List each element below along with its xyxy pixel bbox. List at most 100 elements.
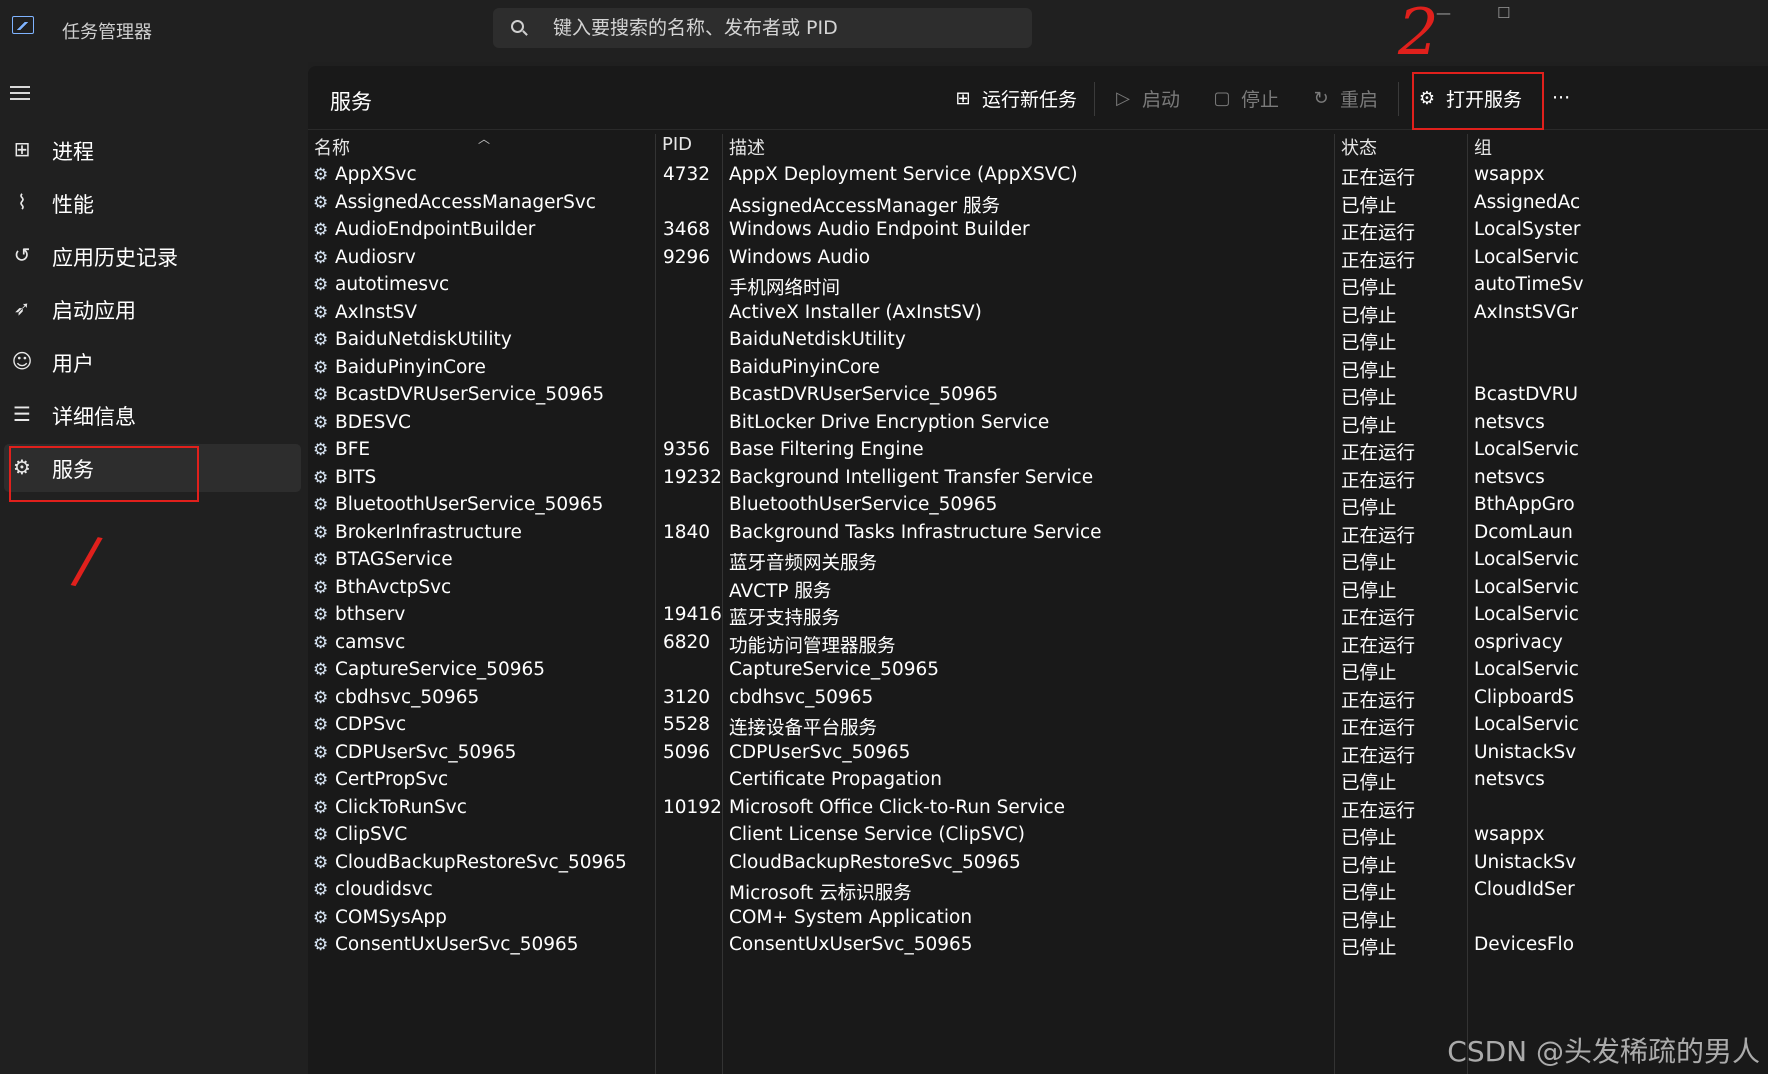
search-box[interactable] xyxy=(493,8,1032,48)
service-name: ConsentUxUserSvc_50965 xyxy=(335,934,579,955)
table-row[interactable]: ⚙ BaiduNetdiskUtility BaiduNetdiskUtility 已… xyxy=(308,329,1768,357)
table-row[interactable]: ⚙ BthAvctpSvc AVCTP 服务 已停止 LocalServic xyxy=(308,577,1768,605)
service-name-cell: ⚙ BaiduNetdiskUtility xyxy=(313,329,653,350)
run-new-task-button[interactable]: ⊞ 运行新任务 xyxy=(952,84,1077,112)
service-name-cell: ⚙ COMSysApp xyxy=(313,907,653,928)
maximize-button[interactable]: ☐ xyxy=(1497,4,1510,22)
group-cell: LocalServic xyxy=(1474,576,1579,598)
status-cell: 已停止 xyxy=(1341,553,1397,574)
service-gear-icon: ⚙ xyxy=(313,907,329,928)
table-row[interactable]: ⚙ ClickToRunSvc 10192 Microsoft Office Clic… xyxy=(308,797,1768,825)
table-row[interactable]: ⚙ camsvc 6820 功能访问管理器服务 正在运行 osprivacy xyxy=(308,632,1768,660)
table-row[interactable]: ⚙ CDPUserSvc_50965 5096 CDPUserSvc_50965 正在运… xyxy=(308,742,1768,770)
table-row[interactable]: ⚙ CaptureService_50965 CaptureService_5096… xyxy=(308,659,1768,687)
more-icon: ··· xyxy=(1552,87,1571,109)
sidebar-item-label: 性能 xyxy=(52,193,94,217)
group-cell: LocalSyster xyxy=(1474,219,1581,240)
description-cell: 蓝牙支持服务 xyxy=(729,608,841,629)
more-options-button[interactable]: ··· xyxy=(1552,84,1570,112)
group-cell: autoTimeSv xyxy=(1474,274,1584,295)
table-row[interactable]: ⚙ BcastDVRUserService_50965 BcastDVRUserSe… xyxy=(308,384,1768,412)
group-cell: BthAppGro xyxy=(1474,494,1575,515)
table-row[interactable]: ⚙ BaiduPinyinCore BaiduPinyinCore 已停止 xyxy=(308,357,1768,385)
service-gear-icon: ⚙ xyxy=(313,192,329,213)
table-row[interactable]: ⚙ BrokerInfrastructure 1840 Background Task… xyxy=(308,522,1768,550)
service-name: BaiduNetdiskUtility xyxy=(335,329,512,350)
service-name-cell: ⚙ camsvc xyxy=(313,632,653,653)
table-row[interactable]: ⚙ ConsentUxUserSvc_50965 ConsentUxUserSvc_… xyxy=(308,934,1768,962)
table-row[interactable]: ⚙ BITS 19232 Background Intelligent Transfe… xyxy=(308,467,1768,495)
status-cell: 已停止 xyxy=(1341,883,1397,904)
service-gear-icon: ⚙ xyxy=(313,632,329,653)
table-row[interactable]: ⚙ BFE 9356 Base Filtering Engine 正在运行 LocalSe… xyxy=(308,439,1768,467)
start-button[interactable]: ▷ 启动 xyxy=(1112,84,1180,112)
sidebar-item-processes[interactable]: ⊞ 进程 xyxy=(4,126,301,174)
service-name: CertPropSvc xyxy=(335,769,449,790)
table-row[interactable]: ⚙ ClipSVC Client License Service (ClipSVC)… xyxy=(308,824,1768,852)
sidebar-item-users[interactable]: ☺ 用户 xyxy=(4,338,301,386)
service-name-cell: ⚙ BaiduPinyinCore xyxy=(313,357,653,378)
column-header-status[interactable]: 状态 xyxy=(1335,134,1467,162)
service-name: CaptureService_50965 xyxy=(335,659,546,680)
service-gear-icon: ⚙ xyxy=(313,165,329,185)
table-row[interactable]: ⚙ CloudBackupRestoreSvc_50965 CloudBackupR… xyxy=(308,852,1768,880)
service-gear-icon: ⚙ xyxy=(313,302,329,323)
table-row[interactable]: ⚙ BTAGService 蓝牙音频网关服务 已停止 LocalServic xyxy=(308,549,1768,577)
description-cell: AssignedAccessManager 服务 xyxy=(729,195,1000,217)
service-gear-icon: ⚙ xyxy=(313,715,329,735)
description-cell: COM+ System Application xyxy=(729,906,973,928)
table-row[interactable]: ⚙ CDPSvc 5528 连接设备平台服务 正在运行 LocalServic xyxy=(308,714,1768,742)
table-row[interactable]: ⚙ AppXSvc 4732 AppX Deployment Service (App… xyxy=(308,164,1768,192)
service-name-cell: ⚙ BthAvctpSvc xyxy=(313,577,653,598)
table-row[interactable]: ⚙ cloudidsvc Microsoft 云标识服务 已停止 CloudIdSer xyxy=(308,879,1768,907)
service-name: camsvc xyxy=(335,631,406,653)
status-cell: 已停止 xyxy=(1341,305,1397,327)
service-name: AssignedAccessManagerSvc xyxy=(335,191,596,213)
status-cell: 已停止 xyxy=(1341,663,1397,684)
table-row[interactable]: ⚙ BluetoothUserService_50965 BluetoothUser… xyxy=(308,494,1768,522)
column-header-pid[interactable]: PID xyxy=(656,134,722,162)
sidebar-item-details[interactable]: ☰ 详细信息 xyxy=(4,391,301,439)
column-header-name[interactable]: 名称 ︿ xyxy=(308,132,655,162)
table-row[interactable]: ⚙ autotimesvc 手机网络时间 已停止 autoTimeSv xyxy=(308,274,1768,302)
restart-button[interactable]: ↻ 重启 xyxy=(1310,84,1378,112)
pid-cell: 9296 xyxy=(663,246,711,268)
service-name-cell: ⚙ BDESVC xyxy=(313,412,653,433)
table-row[interactable]: ⚙ COMSysApp COM+ System Application 已停止 xyxy=(308,907,1768,935)
service-name-cell: ⚙ BrokerInfrastructure xyxy=(313,522,653,543)
description-cell: Certificate Propagation xyxy=(729,769,942,790)
table-row[interactable]: ⚙ BDESVC BitLocker Drive Encryption Servic… xyxy=(308,412,1768,440)
service-name: BDESVC xyxy=(335,411,411,433)
column-header-description[interactable]: 描述 xyxy=(723,134,1334,162)
history-icon: ↺ xyxy=(13,243,31,267)
table-row[interactable]: ⚙ AudioEndpointBuilder 3468 Windows Audio E… xyxy=(308,219,1768,247)
sidebar-item-label: 进程 xyxy=(52,140,94,164)
stop-button[interactable]: ▢ 停止 xyxy=(1211,84,1279,112)
table-row[interactable]: ⚙ Audiosrv 9296 Windows Audio 正在运行 LocalServi… xyxy=(308,247,1768,275)
hamburger-menu-icon[interactable] xyxy=(10,86,30,100)
service-name: COMSysApp xyxy=(335,906,447,928)
table-row[interactable]: ⚙ CertPropSvc Certificate Propagation 已停止 ne… xyxy=(308,769,1768,797)
table-row[interactable]: ⚙ cbdhsvc_50965 3120 cbdhsvc_50965 正在运行 Clipb… xyxy=(308,687,1768,715)
table-row[interactable]: ⚙ AssignedAccessManagerSvc AssignedAccessM… xyxy=(308,192,1768,220)
column-header-group[interactable]: 组 xyxy=(1468,134,1768,162)
status-cell: 正在运行 xyxy=(1341,718,1416,739)
restart-icon: ↻ xyxy=(1313,87,1329,109)
sidebar-item-startup-apps[interactable]: ➶ 启动应用 xyxy=(4,285,301,333)
table-row[interactable]: ⚙ bthserv 19416 蓝牙支持服务 正在运行 LocalServic xyxy=(308,604,1768,632)
service-name: autotimesvc xyxy=(335,274,450,295)
status-cell: 已停止 xyxy=(1341,580,1397,602)
sidebar-item-app-history[interactable]: ↺ 应用历史记录 xyxy=(4,232,301,280)
sidebar-item-performance[interactable]: ⌇ 性能 xyxy=(4,179,301,227)
service-gear-icon: ⚙ xyxy=(313,522,329,543)
search-input[interactable] xyxy=(553,14,1013,42)
service-gear-icon: ⚙ xyxy=(313,385,329,405)
table-row[interactable]: ⚙ AxInstSV ActiveX Installer (AxInstSV) 已停止… xyxy=(308,302,1768,330)
table-body: ⚙ AppXSvc 4732 AppX Deployment Service (App… xyxy=(308,164,1768,962)
users-icon: ☺ xyxy=(11,349,33,373)
sidebar-item-label: 详细信息 xyxy=(52,405,136,429)
group-cell: LocalServic xyxy=(1474,604,1579,625)
stop-label: 停止 xyxy=(1241,88,1280,111)
description-cell: Windows Audio xyxy=(729,246,871,268)
status-cell: 正在运行 xyxy=(1341,608,1416,629)
